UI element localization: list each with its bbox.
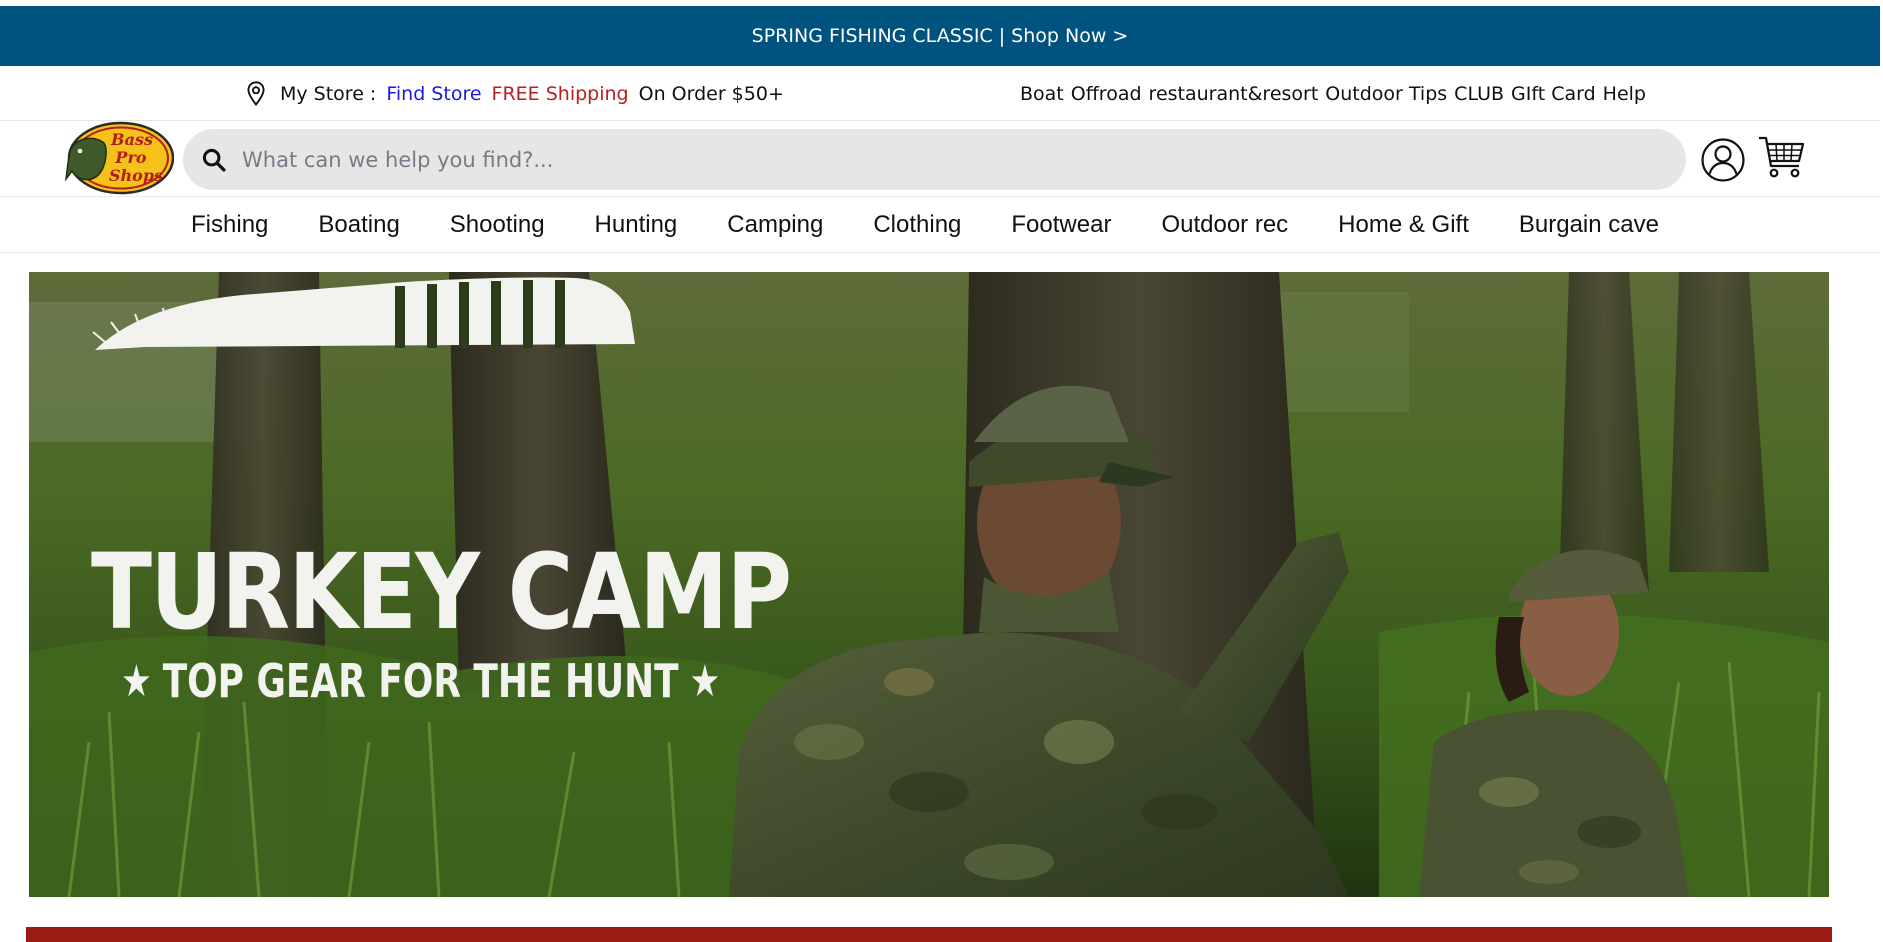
util-link-restaurant-resort[interactable]: restaurant&resort — [1149, 83, 1319, 105]
nav-item-clothing[interactable]: Clothing — [873, 211, 961, 239]
turkey-feather-graphic — [92, 277, 635, 350]
util-link-boat[interactable]: Boat — [1020, 83, 1064, 105]
star-icon: ★ — [121, 655, 152, 707]
bass-pro-shops-logo[interactable]: Bass Pro Shops — [64, 121, 174, 195]
location-pin-icon — [247, 81, 265, 106]
nav-item-burgain-cave[interactable]: Burgain cave — [1519, 211, 1659, 239]
util-link-outdoor-tips[interactable]: Outdoor Tips — [1325, 83, 1447, 105]
order-minimum-label: On Order $50+ — [638, 83, 784, 105]
utility-links: Boat Offroad restaurant&resort Outdoor T… — [1020, 83, 1646, 105]
main-category-nav: Fishing Boating Shooting Hunting Camping… — [0, 197, 1880, 253]
star-icon: ★ — [689, 655, 721, 707]
nav-item-home-gift[interactable]: Home & Gift — [1338, 211, 1469, 239]
hero-title: TURKEY CAMP — [91, 531, 792, 653]
nav-item-fishing[interactable]: Fishing — [191, 211, 268, 239]
util-link-help[interactable]: Help — [1603, 83, 1646, 105]
utility-bar: My Store : Find Store FREE Shipping On O… — [0, 66, 1880, 121]
nav-item-hunting[interactable]: Hunting — [595, 211, 678, 239]
hero-subtitle-row: ★ TOP GEAR FOR THE HUNT ★ — [121, 654, 720, 708]
nav-item-boating[interactable]: Boating — [318, 211, 399, 239]
svg-text:Bass: Bass — [110, 130, 153, 149]
search-input[interactable] — [240, 146, 1644, 173]
user-account-icon[interactable] — [1700, 137, 1746, 183]
search-bar[interactable] — [183, 129, 1686, 190]
promo-banner: SPRING FISHING CLASSIC | Shop Now > — [0, 6, 1880, 66]
nav-item-footwear[interactable]: Footwear — [1011, 211, 1111, 239]
svg-text:Shops: Shops — [109, 166, 163, 185]
store-info: My Store : Find Store FREE Shipping On O… — [242, 80, 784, 108]
hero-text-block: TURKEY CAMP ★ TOP GEAR FOR THE HUNT ★ — [91, 462, 792, 708]
nav-item-outdoor-rec[interactable]: Outdoor rec — [1161, 211, 1288, 239]
util-link-club[interactable]: CLUB — [1454, 83, 1504, 105]
free-shipping-label: FREE Shipping — [491, 83, 629, 105]
hero-banner[interactable]: TURKEY CAMP ★ TOP GEAR FOR THE HUNT ★ — [29, 272, 1829, 897]
util-link-offroad[interactable]: Offroad — [1071, 83, 1142, 105]
nav-item-shooting[interactable]: Shooting — [450, 211, 545, 239]
shopping-cart-icon[interactable] — [1757, 132, 1807, 182]
search-icon[interactable] — [200, 146, 228, 174]
promo-link[interactable]: SPRING FISHING CLASSIC | Shop Now > — [752, 25, 1129, 47]
util-link-gift-card[interactable]: GIft Card — [1511, 83, 1596, 105]
my-store-label: My Store : — [280, 83, 377, 105]
hero-subtitle: TOP GEAR FOR THE HUNT — [162, 654, 679, 708]
bottom-red-banner — [26, 927, 1832, 942]
site-header: Bass Pro Shops — [0, 121, 1880, 197]
svg-text:Pro: Pro — [114, 148, 146, 167]
find-store-link[interactable]: Find Store — [386, 83, 481, 105]
nav-item-camping[interactable]: Camping — [727, 211, 823, 239]
